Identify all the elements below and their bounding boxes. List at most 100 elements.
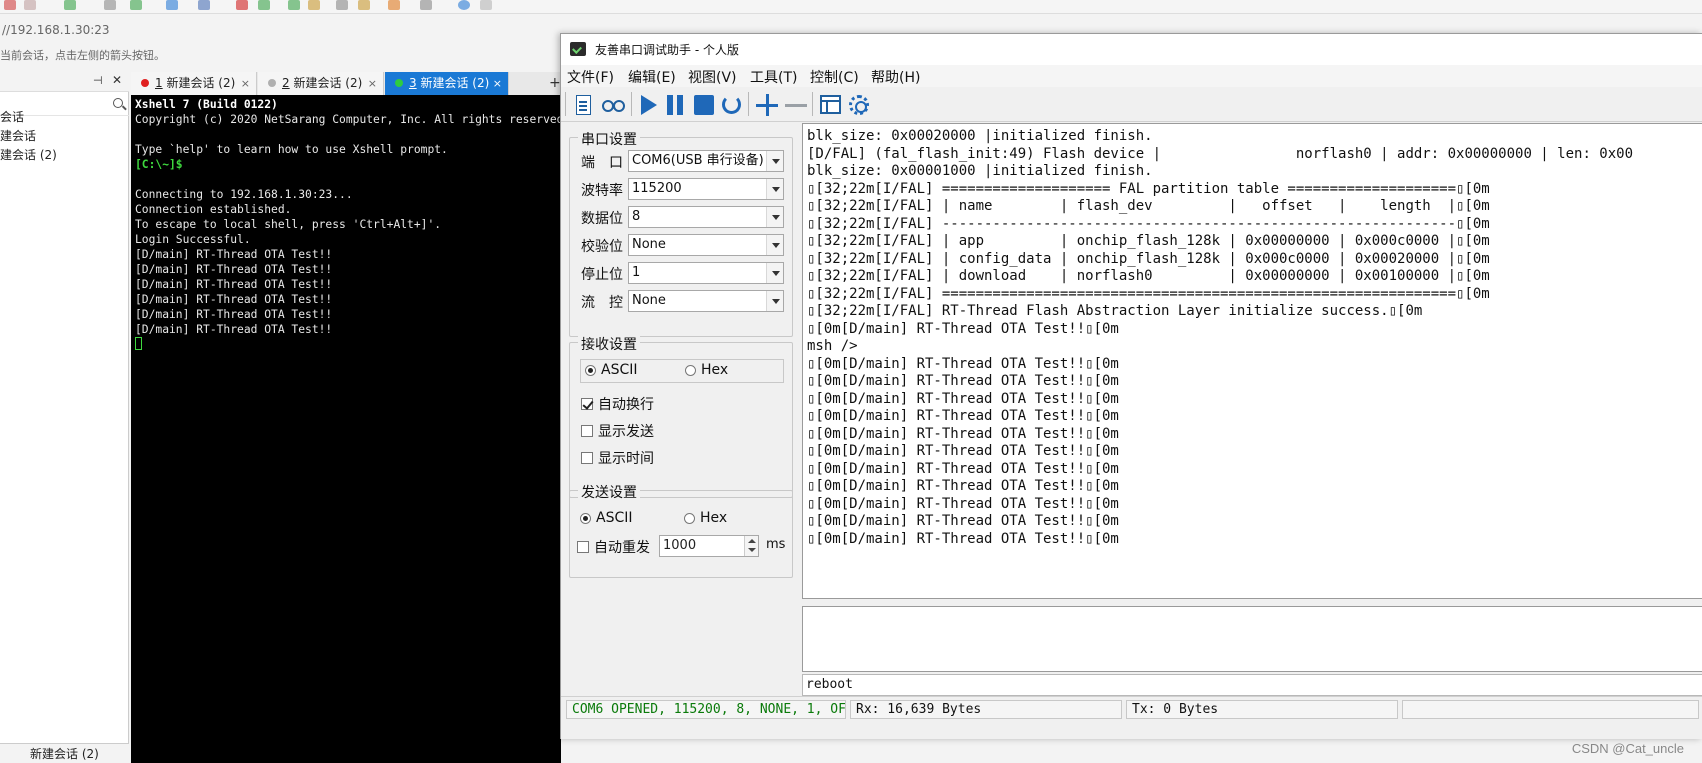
tunneling-icon[interactable] <box>258 0 270 10</box>
menu-file[interactable]: 文件(F) <box>567 67 614 87</box>
word-wrap-label[interactable]: 自动换行 <box>598 394 654 414</box>
send-ascii-label[interactable]: ASCII <box>596 510 633 526</box>
app-icon <box>570 42 586 56</box>
document-icon[interactable] <box>568 93 594 117</box>
chevron-down-icon[interactable] <box>766 263 783 283</box>
tab-session-1[interactable]: 1 新建会话 (2) × <box>131 72 257 95</box>
send-input[interactable]: reboot <box>802 674 1702 696</box>
tab-close-icon[interactable]: × <box>368 72 377 95</box>
send-hex-label[interactable]: Hex <box>700 510 727 526</box>
menu-tools[interactable]: 工具(T) <box>750 67 797 87</box>
globe-icon[interactable] <box>166 0 178 10</box>
connect-icon[interactable] <box>4 0 16 10</box>
terminal-line: [D/main] RT-Thread OTA Test!! <box>135 293 333 306</box>
disconnect-icon[interactable] <box>24 0 36 10</box>
font-icon[interactable] <box>198 0 210 10</box>
stop-icon[interactable] <box>690 93 716 117</box>
auto-resend-label[interactable]: 自动重发 <box>594 537 650 557</box>
settings-icon[interactable] <box>845 93 871 117</box>
chevron-down-icon[interactable] <box>766 151 783 171</box>
menu-help[interactable]: 帮助(H) <box>871 67 920 87</box>
chevron-down-icon[interactable] <box>766 291 783 311</box>
parity-select[interactable]: None <box>628 234 784 256</box>
menu-control[interactable]: 控制(C) <box>810 67 859 87</box>
add-icon[interactable] <box>753 93 779 117</box>
title-bar[interactable]: 友善串口调试助手 - 个人版 <box>561 34 1702 65</box>
tab-session-3[interactable]: 3 新建会话 (2) × <box>385 72 509 95</box>
show-send-checkbox[interactable] <box>581 425 593 437</box>
group-title: 接收设置 <box>578 334 640 354</box>
keyboard-icon[interactable] <box>336 0 348 10</box>
xftp-icon[interactable] <box>236 0 248 10</box>
new-session-icon[interactable] <box>64 0 76 10</box>
send-history-area[interactable] <box>802 606 1702 672</box>
search-icon[interactable] <box>113 98 123 108</box>
stopbits-select[interactable]: 1 <box>628 262 784 284</box>
receive-ascii-label[interactable]: ASCII <box>601 362 638 378</box>
color-scheme-icon[interactable] <box>130 0 142 10</box>
chevron-down-icon[interactable] <box>766 207 783 227</box>
receive-line: ▯[32;22m[I/FAL] | name | flash_dev | off… <box>807 198 1490 214</box>
send-hex-radio[interactable] <box>684 513 695 524</box>
xshell-toolbar <box>0 0 1702 14</box>
session-item[interactable]: 建会话 (2) <box>0 146 129 165</box>
tab-session-2[interactable]: 2 新建会话 (2) × <box>258 72 384 95</box>
record-icon[interactable] <box>599 93 625 117</box>
show-send-label[interactable]: 显示发送 <box>598 421 654 441</box>
word-wrap-checkbox[interactable] <box>581 398 593 410</box>
watermark: CSDN @Cat_uncle <box>1571 741 1684 756</box>
resend-interval-value: 1000 <box>663 538 697 553</box>
remove-icon[interactable] <box>782 93 808 117</box>
menu-edit[interactable]: 编辑(E) <box>628 67 676 87</box>
receive-hex-label[interactable]: Hex <box>701 362 728 378</box>
resend-interval-input[interactable]: 1000 <box>659 535 759 557</box>
receive-area[interactable]: blk_size: 0x00020000 |initialized finish… <box>802 123 1702 599</box>
tab-close-icon[interactable]: × <box>493 72 502 95</box>
port-settings-group: 串口设置 端 口 COM6(USB 串行设备) 波特率 115200 数据位 8… <box>569 129 793 337</box>
close-icon[interactable]: ✕ <box>112 73 122 87</box>
refresh-icon[interactable] <box>718 93 744 117</box>
rx-count[interactable]: Rx: 16,639 Bytes <box>850 700 1122 719</box>
baud-select[interactable]: 115200 <box>628 178 784 200</box>
receive-hex-radio[interactable] <box>685 365 696 376</box>
terminal[interactable]: Xshell 7 (Build 0122) Copyright (c) 2020… <box>131 95 561 763</box>
flowcontrol-select[interactable]: None <box>628 290 784 312</box>
session-bottom-tab[interactable]: 新建会话 (2) <box>0 743 129 763</box>
pin-icon[interactable]: ⊣ <box>93 74 103 87</box>
chevron-down-icon[interactable] <box>766 179 783 199</box>
address-bar[interactable]: //192.168.1.30:23 <box>0 20 560 40</box>
compose-icon[interactable] <box>388 0 400 10</box>
window-icon[interactable] <box>817 93 843 117</box>
menu-bar: 文件(F) 编辑(E) 视图(V) 工具(T) 控制(C) 帮助(H) <box>561 65 1702 87</box>
help-icon[interactable] <box>458 0 470 10</box>
databits-select[interactable]: 8 <box>628 206 784 228</box>
menu-view[interactable]: 视图(V) <box>688 67 737 87</box>
session-item[interactable]: 建会话 <box>0 127 129 146</box>
find-icon[interactable] <box>104 0 116 10</box>
receive-ascii-radio[interactable] <box>585 365 596 376</box>
play-icon[interactable] <box>634 93 660 117</box>
layout-icon[interactable] <box>420 0 432 10</box>
chat-icon[interactable] <box>480 0 492 10</box>
tab-num: 3 <box>409 76 417 90</box>
transfer-icon[interactable] <box>288 0 300 10</box>
pause-icon[interactable] <box>661 93 687 117</box>
lock-icon[interactable] <box>308 0 320 10</box>
terminal-line: Copyright (c) 2020 NetSarang Computer, I… <box>135 113 561 126</box>
spinner-icon[interactable] <box>744 536 758 556</box>
send-ascii-radio[interactable] <box>580 513 591 524</box>
tx-count[interactable]: Tx: 0 Bytes <box>1126 700 1398 719</box>
databits-label: 数据位 <box>581 211 623 227</box>
script-icon[interactable] <box>358 0 370 10</box>
terminal-line: Login Successful. <box>135 233 251 246</box>
chevron-down-icon[interactable] <box>766 235 783 255</box>
auto-resend-checkbox[interactable] <box>577 541 589 553</box>
session-item[interactable]: 会话 <box>0 108 129 127</box>
receive-line: blk_size: 0x00020000 |initialized finish… <box>807 128 1153 144</box>
port-select[interactable]: COM6(USB 串行设备) <box>628 150 784 172</box>
tab-close-icon[interactable]: × <box>241 72 250 95</box>
session-bottom-label: 新建会话 (2) <box>30 747 99 761</box>
show-time-label[interactable]: 显示时间 <box>598 448 654 468</box>
show-time-checkbox[interactable] <box>581 452 593 464</box>
receive-line: ▯[0m[D/main] RT-Thread OTA Test!!▯[0m <box>807 425 1119 442</box>
